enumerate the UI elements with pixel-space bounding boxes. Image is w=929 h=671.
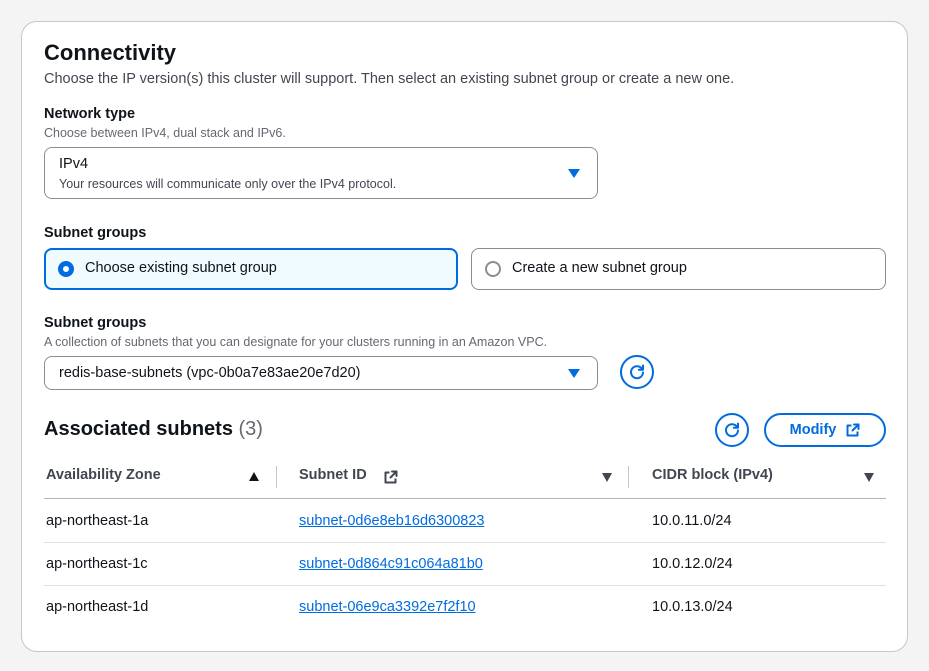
- section-title: Connectivity: [44, 40, 177, 65]
- sort-ascending-icon[interactable]: [249, 472, 259, 481]
- refresh-icon: [725, 422, 739, 438]
- network-type-value-description: Your resources will communicate only ove…: [59, 177, 397, 191]
- row-2-availability-zone: ap-northeast-1c: [46, 556, 148, 572]
- network-type-label: Network type: [44, 106, 136, 122]
- radio-selected-icon[interactable]: [58, 261, 74, 277]
- row-2-cidr-block: 10.0.12.0/24: [652, 556, 733, 572]
- associated-subnets-count: (3): [238, 418, 263, 440]
- sort-descending-icon[interactable]: [602, 473, 612, 482]
- external-link-icon: [846, 423, 860, 437]
- column-header-cidr-block[interactable]: CIDR block (IPv4): [652, 467, 773, 483]
- radio-unselected-icon[interactable]: [485, 261, 501, 277]
- associated-subnets-heading: Associated subnets: [44, 418, 233, 440]
- refresh-subnet-groups-button[interactable]: [620, 355, 654, 389]
- connectivity-panel: Connectivity Choose the IP version(s) th…: [21, 21, 908, 652]
- create-new-subnet-group-label: Create a new subnet group: [512, 260, 687, 276]
- subnet-group-select[interactable]: redis-base-subnets (vpc-0b0a7e83ae20e7d2…: [44, 356, 598, 390]
- caret-down-icon: [568, 169, 580, 178]
- row-1-cidr-block: 10.0.11.0/24: [652, 513, 732, 529]
- row-1-availability-zone: ap-northeast-1a: [46, 513, 149, 529]
- associated-subnets-title: Associated subnets (3): [44, 418, 263, 441]
- network-type-value: IPv4: [59, 156, 89, 172]
- sort-descending-icon[interactable]: [864, 473, 874, 482]
- refresh-icon: [630, 364, 644, 380]
- column-header-subnet-id[interactable]: Subnet ID: [299, 467, 367, 483]
- table-header-divider: [44, 498, 886, 499]
- table-row-divider: [44, 585, 886, 586]
- column-header-availability-zone[interactable]: Availability Zone: [46, 467, 161, 483]
- create-new-subnet-group-option[interactable]: Create a new subnet group: [471, 248, 886, 290]
- row-1-subnet-id-link[interactable]: subnet-0d6e8eb16d6300823: [299, 513, 484, 529]
- choose-existing-subnet-group-option[interactable]: Choose existing subnet group: [44, 248, 458, 290]
- row-3-availability-zone: ap-northeast-1d: [46, 599, 149, 615]
- column-divider: [276, 466, 277, 488]
- section-description: Choose the IP version(s) this cluster wi…: [44, 71, 735, 87]
- row-3-subnet-id-link[interactable]: subnet-06e9ca3392e7f2f10: [299, 599, 476, 615]
- choose-existing-subnet-group-label: Choose existing subnet group: [85, 260, 277, 276]
- refresh-subnets-button[interactable]: [715, 413, 749, 447]
- subnet-groups-choice-label: Subnet groups: [44, 225, 147, 241]
- network-type-select[interactable]: IPv4 Your resources will communicate onl…: [44, 147, 598, 199]
- subnet-groups-select-description: A collection of subnets that you can des…: [44, 335, 548, 349]
- network-type-description: Choose between IPv4, dual stack and IPv6…: [44, 126, 286, 140]
- external-link-icon: [384, 470, 398, 484]
- row-2-subnet-id-link[interactable]: subnet-0d864c91c064a81b0: [299, 556, 483, 572]
- modify-button-label: Modify: [789, 422, 837, 438]
- table-row-divider: [44, 542, 886, 543]
- subnet-groups-select-label: Subnet groups: [44, 315, 147, 331]
- caret-down-icon: [568, 369, 580, 378]
- column-divider: [628, 466, 629, 488]
- row-3-cidr-block: 10.0.13.0/24: [652, 599, 733, 615]
- subnet-group-value: redis-base-subnets (vpc-0b0a7e83ae20e7d2…: [59, 365, 361, 381]
- modify-button[interactable]: Modify: [764, 413, 886, 447]
